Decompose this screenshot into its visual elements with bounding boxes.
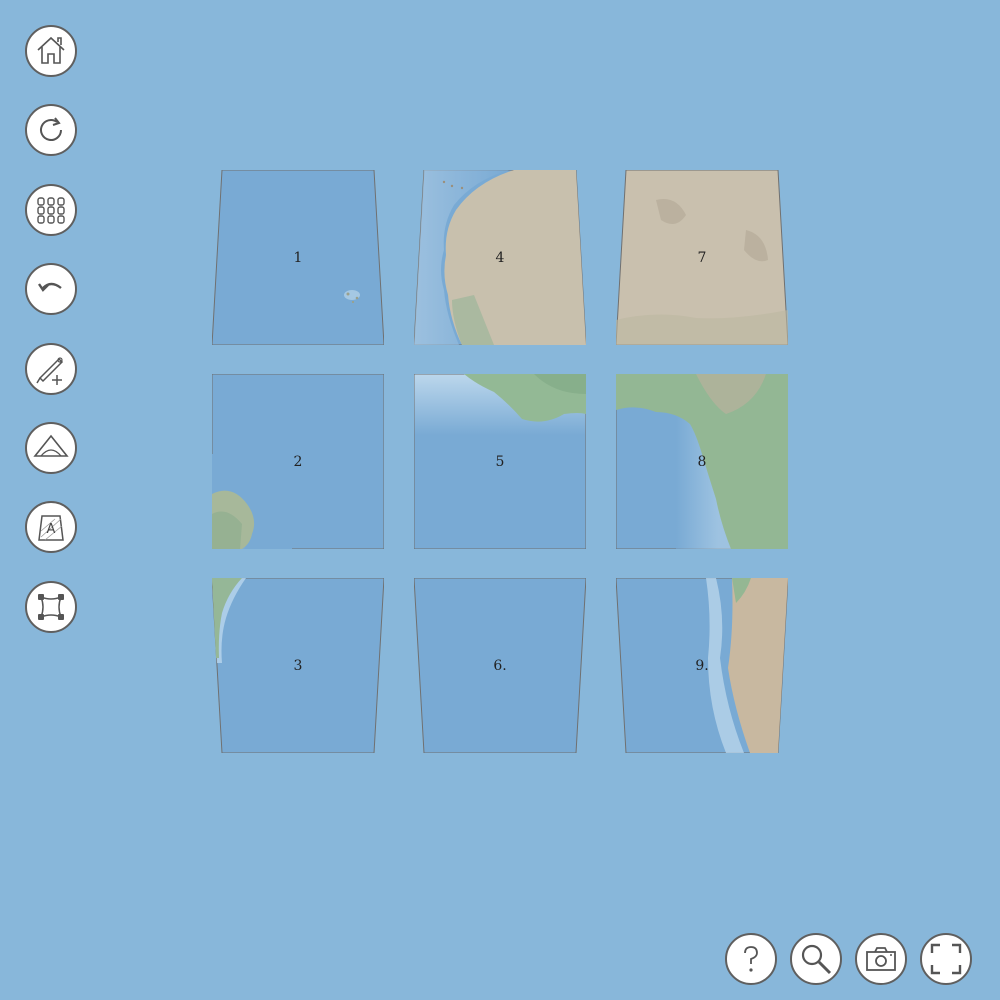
home-icon	[37, 36, 65, 64]
tile-8[interactable]: 8	[616, 374, 788, 549]
tile-3-label: 3	[293, 657, 303, 674]
tile-9-label: 9.	[695, 657, 709, 674]
tile-2-label: 2	[293, 453, 303, 470]
shape-button[interactable]	[25, 422, 77, 474]
undo-button[interactable]	[25, 263, 77, 315]
tile-9[interactable]: 9.	[616, 578, 788, 753]
tile-2[interactable]: 2	[212, 374, 384, 549]
tile-3[interactable]: 3	[212, 578, 384, 753]
corners-button[interactable]	[25, 581, 77, 633]
corners-icon	[38, 594, 64, 620]
magnifier-icon	[801, 944, 832, 975]
undo-icon	[38, 282, 62, 292]
tile-8-label: 8	[697, 453, 707, 470]
tile-6-label: 6.	[493, 657, 507, 674]
help-button[interactable]	[725, 933, 777, 985]
tile-7[interactable]: 7	[616, 170, 788, 345]
fullscreen-icon	[930, 943, 962, 975]
zoom-button[interactable]	[790, 933, 842, 985]
tile-4[interactable]: 4	[414, 170, 586, 345]
camera-icon	[866, 947, 896, 971]
grid-icon	[37, 197, 65, 224]
tile-5[interactable]: 5	[414, 374, 586, 549]
refresh-button[interactable]	[25, 104, 77, 156]
tile-1-label: 1	[293, 249, 303, 266]
pen-plus-icon	[36, 357, 64, 385]
tile-7-label: 7	[697, 249, 707, 266]
tile-1[interactable]: 1	[212, 170, 384, 345]
label-tile-icon: A	[38, 515, 64, 541]
fullscreen-button[interactable]	[920, 933, 972, 985]
tile-6[interactable]: 6.	[414, 578, 586, 753]
grid-button[interactable]	[25, 184, 77, 236]
triangle-icon	[33, 434, 69, 457]
add-pen-button[interactable]	[25, 343, 77, 395]
home-button[interactable]	[25, 25, 77, 77]
svg-text:A: A	[47, 522, 56, 537]
tile-5-label: 5	[495, 453, 505, 470]
refresh-icon	[40, 117, 62, 141]
question-icon	[744, 946, 758, 972]
camera-button[interactable]	[855, 933, 907, 985]
tile-4-label: 4	[495, 249, 505, 266]
label-button[interactable]: A	[25, 501, 77, 553]
